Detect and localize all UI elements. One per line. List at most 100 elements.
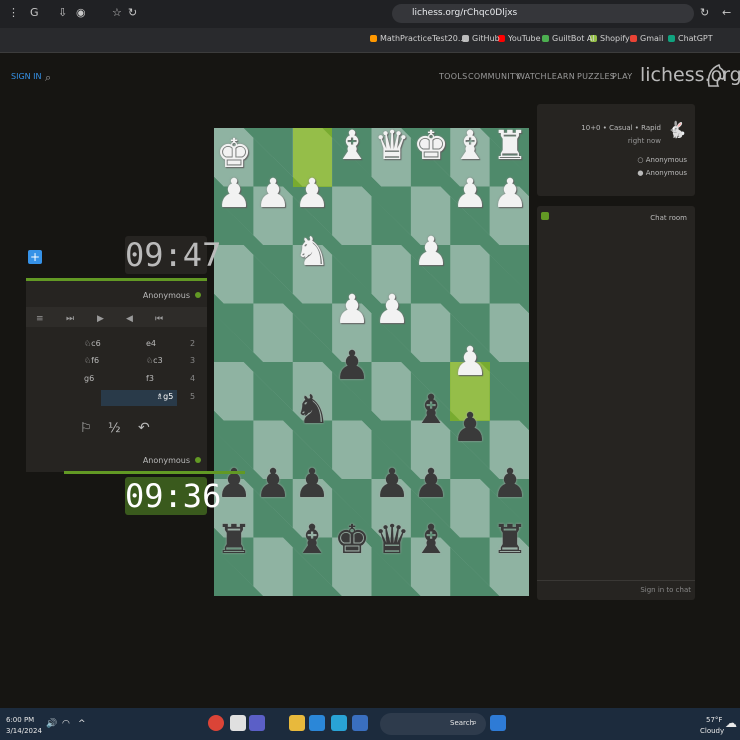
bookmark-chatgpt[interactable]: ChatGPT [668, 34, 713, 43]
nav-watch[interactable]: WATCH [517, 72, 547, 81]
black-knight-piece[interactable]: ♞ [292, 390, 332, 430]
bookmark-shopify[interactable]: Shopify [590, 34, 630, 43]
windows-start-icon[interactable] [490, 715, 506, 731]
bookmark-label: Gmail [640, 34, 664, 43]
site-logo[interactable]: lichess.org [640, 64, 740, 86]
next-move-button[interactable]: ▶ [97, 314, 104, 324]
white-pawn-piece[interactable]: ♟ [411, 232, 451, 272]
white-pawn-piece[interactable]: ♟ [450, 174, 490, 214]
black-pawn-piece[interactable]: ♟ [490, 464, 530, 504]
chess-board[interactable]: ♚ ♝ ♛ ♚ ♝ ♜ ♟ ♟ ♟ ♟ ♟ ♞ ♟ ♟ ♟ ♟ ♟ ♞ ♝ ♟ … [214, 126, 530, 596]
rematch-icon[interactable]: ↶ [138, 420, 150, 436]
chat-input[interactable]: Sign in to chat [640, 586, 691, 594]
bookmark-youtube[interactable]: YouTube [498, 34, 541, 43]
menu-icon[interactable]: ≡ [36, 314, 44, 324]
offer-draw-button[interactable]: ½ [108, 421, 121, 436]
black-pawn-piece[interactable]: ♟ [411, 464, 451, 504]
taskbar-app-edge-icon[interactable] [352, 715, 368, 731]
white-pawn-piece[interactable]: ♟ [332, 290, 372, 330]
move-white[interactable]: f3 [146, 374, 154, 383]
weather-desc[interactable]: Cloudy [700, 727, 724, 735]
white-pawn-piece[interactable]: ♟ [372, 290, 412, 330]
black-king-piece[interactable]: ♚ [332, 520, 372, 560]
move-black[interactable]: g6 [84, 374, 94, 383]
taskbar-app-mail-icon[interactable] [309, 715, 325, 731]
white-queen-piece[interactable]: ♛ [372, 126, 412, 166]
nav-tools[interactable]: TOOLS [439, 72, 468, 81]
extension-icon[interactable]: G [30, 6, 39, 19]
white-pawn-piece[interactable]: ♟ [253, 174, 293, 214]
white-pawn-piece[interactable]: ♟ [214, 174, 254, 214]
white-pawn-piece[interactable]: ♟ [450, 342, 490, 382]
chat-toggle[interactable] [541, 212, 549, 220]
download-icon[interactable]: ⇩ [58, 6, 67, 19]
chevron-up-icon[interactable]: ^ [78, 719, 86, 729]
black-rook-piece[interactable]: ♜ [490, 520, 530, 560]
white-rook-piece[interactable]: ♜ [490, 126, 530, 166]
wifi-icon[interactable]: ◠ [62, 719, 70, 729]
taskbar-app-explorer-icon[interactable] [289, 715, 305, 731]
black-bishop-piece[interactable]: ♝ [292, 520, 332, 560]
white-bishop-piece[interactable]: ♝ [450, 126, 490, 166]
bookmark-gmail[interactable]: Gmail [630, 34, 663, 43]
white-pawn-piece[interactable]: ♟ [490, 174, 530, 214]
weather-temp[interactable]: 57°F [706, 716, 722, 724]
game-info-panel: 🐇 10+0 • Casual • Rapid right now ○ Anon… [537, 104, 695, 196]
refresh-icon[interactable]: ↻ [700, 6, 709, 19]
chat-divider [537, 580, 695, 581]
first-move-button[interactable]: ⏮ [155, 314, 163, 324]
top-player-name[interactable]: Anonymous [143, 291, 201, 300]
white-pawn-piece[interactable]: ♟ [292, 174, 332, 214]
search-icon[interactable]: ⌕ [45, 71, 51, 85]
sign-in-link[interactable]: SIGN IN [11, 72, 42, 81]
taskbar-date[interactable]: 3/14/2024 [6, 727, 42, 735]
black-pawn-piece[interactable]: ♟ [292, 464, 332, 504]
taskbar-app-store-icon[interactable] [331, 715, 347, 731]
volume-icon[interactable]: 🔊 [46, 719, 57, 729]
player-black-entry[interactable]: ● Anonymous [637, 169, 687, 177]
black-queen-piece[interactable]: ♛ [372, 520, 412, 560]
nav-learn[interactable]: LEARN [547, 72, 575, 81]
last-move-button[interactable]: ⏭ [66, 314, 74, 324]
move-white[interactable]: e4 [146, 339, 156, 348]
black-bishop-piece[interactable]: ♝ [411, 390, 451, 430]
add-time-button[interactable]: + [28, 250, 42, 264]
move-black[interactable]: ♘f6 [84, 356, 99, 365]
taskbar-time[interactable]: 6:00 PM [6, 716, 34, 724]
reload-icon[interactable]: ↻ [128, 6, 137, 19]
bookmark-star-icon[interactable]: ☆ [112, 6, 122, 19]
move-black[interactable]: ♘c6 [84, 339, 101, 348]
bottom-player-name[interactable]: Anonymous [143, 456, 201, 465]
rapid-icon: 🐇 [667, 120, 687, 139]
move-white[interactable]: ♘c3 [146, 356, 163, 365]
black-pawn-piece[interactable]: ♟ [450, 408, 490, 448]
nav-puzzles[interactable]: PUZZLES [577, 72, 615, 81]
bookmark-mathpractice[interactable]: MathPracticeTest20... [370, 34, 466, 43]
black-pawn-piece[interactable]: ♟ [253, 464, 293, 504]
black-pawn-piece[interactable]: ♟ [372, 464, 412, 504]
black-pawn-piece[interactable]: ♟ [332, 346, 372, 386]
bookmark-github[interactable]: GitHub [462, 34, 500, 43]
white-bishop-piece[interactable]: ♝ [332, 126, 372, 166]
white-king-piece[interactable]: ♚ [411, 126, 451, 166]
move-black[interactable]: ♗g5 [156, 392, 173, 401]
bookmark-guiltbot[interactable]: GuiltBot AI [542, 34, 595, 43]
black-rook-piece[interactable]: ♜ [214, 520, 254, 560]
extensions-icon[interactable]: ◉ [76, 6, 86, 19]
nav-community[interactable]: COMMUNITY [468, 72, 520, 81]
back-icon[interactable]: ← [722, 6, 731, 19]
resign-flag-icon[interactable]: ⚐ [80, 421, 92, 436]
white-king-piece[interactable]: ♚ [214, 134, 254, 174]
taskbar-app-chrome-icon[interactable] [208, 715, 224, 731]
taskbar-app-widget-icon[interactable] [230, 715, 246, 731]
address-bar[interactable]: lichess.org/rChqc0Dljxs [392, 4, 694, 23]
url-text: lichess.org/rChqc0Dljxs [412, 8, 518, 18]
taskbar-search[interactable]: Search ⌕ [380, 713, 486, 735]
prev-move-button[interactable]: ◀ [126, 314, 133, 324]
profile-icon[interactable]: ⋮ [8, 6, 19, 19]
black-bishop-piece[interactable]: ♝ [411, 520, 451, 560]
white-knight-piece[interactable]: ♞ [292, 232, 332, 272]
taskbar-app-teams-icon[interactable] [249, 715, 265, 731]
player-white-entry[interactable]: ○ Anonymous [637, 156, 687, 164]
bookmark-label: GuiltBot AI [552, 34, 595, 43]
